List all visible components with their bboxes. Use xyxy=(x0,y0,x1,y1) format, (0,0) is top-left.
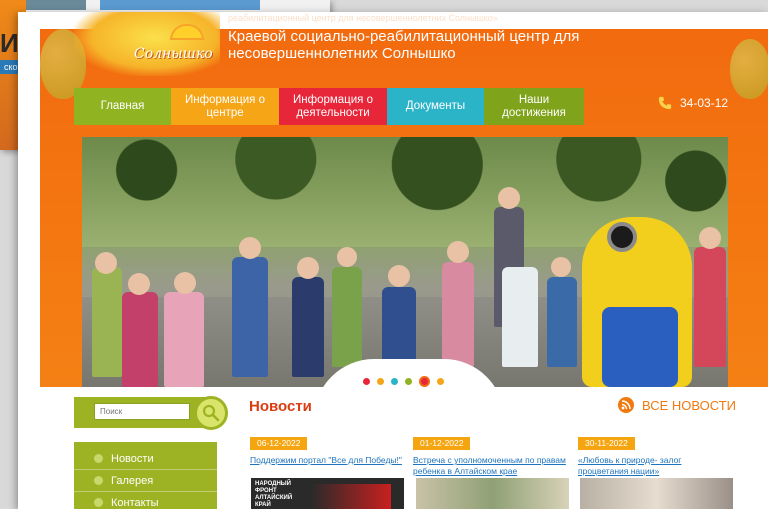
bullet-icon xyxy=(94,498,103,507)
all-news-label: ВСЕ НОВОСТИ xyxy=(642,397,737,413)
slide-figure xyxy=(694,247,726,367)
slide-figure xyxy=(292,277,324,377)
side-menu-item-contacts[interactable]: Контакты xyxy=(74,492,217,509)
slide-figure-head xyxy=(95,252,117,274)
slide-figure-head xyxy=(388,265,410,287)
search-button[interactable] xyxy=(194,396,228,430)
photo-slider[interactable] xyxy=(82,137,728,387)
news-card: 06-12-2022 Поддержим портал "Все для Поб… xyxy=(250,433,406,466)
slide-figure-head xyxy=(699,227,721,249)
news-link[interactable]: Поддержим портал "Все для Победы!" xyxy=(250,455,406,466)
slider-dot-active[interactable] xyxy=(419,376,430,387)
search-input[interactable] xyxy=(94,403,190,420)
news-card: 01-12-2022 Встреча с уполномоченным по п… xyxy=(413,433,569,477)
rss-icon xyxy=(618,397,634,413)
nav-item-achievements[interactable]: Наши достижения xyxy=(484,88,584,125)
slider-dot[interactable] xyxy=(391,378,398,385)
thumbnail-text: НАРОДНЫЙ ФРОНТ АЛТАЙСКИЙ КРАЙ xyxy=(255,481,293,508)
news-card: 30-11-2022 «Любовь к природе- залог проц… xyxy=(578,433,734,477)
all-news-link[interactable]: ВСЕ НОВОСТИ xyxy=(618,397,736,413)
logo-text: Солнышко xyxy=(134,46,213,62)
background-thumb xyxy=(100,0,260,10)
news-link[interactable]: «Любовь к природе- залог процветания нац… xyxy=(578,455,734,477)
slide-figure xyxy=(92,267,122,377)
search-icon xyxy=(202,404,220,422)
news-heading: Новости xyxy=(249,398,312,415)
main-nav: Главная Информация о центре Информация о… xyxy=(74,88,584,125)
side-menu-item-news[interactable]: Новости xyxy=(74,448,217,470)
news-thumbnail[interactable] xyxy=(580,478,733,509)
header-small-text: реабилитационный центр для несовершеннол… xyxy=(228,13,498,23)
site-title: Краевой социально-реабилитационный центр… xyxy=(228,28,580,62)
slide-figure xyxy=(232,257,268,377)
nav-item-home[interactable]: Главная xyxy=(74,88,171,125)
phone-icon xyxy=(658,96,672,110)
slide-figure-head xyxy=(447,241,469,263)
bullet-icon xyxy=(94,454,103,463)
slide-figure xyxy=(547,277,577,367)
slide-figure xyxy=(164,292,204,387)
news-date: 01-12-2022 xyxy=(413,437,471,450)
nav-item-documents[interactable]: Документы xyxy=(387,88,484,125)
pear-decoration xyxy=(730,39,768,99)
slider-dot[interactable] xyxy=(437,378,444,385)
slide-figure-head xyxy=(128,273,150,295)
nav-item-activity[interactable]: Информация о деятельности xyxy=(279,88,387,125)
mascot-overalls xyxy=(602,307,678,387)
background-thumb xyxy=(26,0,86,10)
side-menu: Новости Галерея Контакты xyxy=(74,442,217,509)
side-menu-label: Контакты xyxy=(111,496,159,509)
bullet-icon xyxy=(94,476,103,485)
slide-figure xyxy=(332,267,362,367)
slider-dots xyxy=(363,376,444,387)
slide-figure-head xyxy=(297,257,319,279)
side-menu-label: Новости xyxy=(111,452,154,465)
slide-figure-head xyxy=(239,237,261,259)
news-date: 06-12-2022 xyxy=(250,437,308,450)
slider-dot[interactable] xyxy=(363,378,370,385)
site-logo[interactable]: Солнышко xyxy=(74,12,220,76)
side-menu-item-gallery[interactable]: Галерея xyxy=(74,470,217,492)
mascot-goggle xyxy=(607,222,637,252)
thumbnail-graphic xyxy=(311,484,391,509)
slide-figure xyxy=(442,262,474,367)
news-date: 30-11-2022 xyxy=(578,437,635,450)
slide-figure xyxy=(502,267,538,367)
slide-figure-head xyxy=(498,187,520,209)
slide-figure-head xyxy=(174,272,196,294)
header-phone[interactable]: 34-03-12 xyxy=(658,96,728,110)
logo-leaf-shape xyxy=(74,12,220,76)
slide-figure-head xyxy=(551,257,571,277)
slide-figure-head xyxy=(337,247,357,267)
slide-figure xyxy=(122,292,158,387)
slider-dot[interactable] xyxy=(377,378,384,385)
website-window: Солнышко реабилитационный центр для несо… xyxy=(18,12,768,509)
news-thumbnail[interactable] xyxy=(416,478,569,509)
nav-item-about[interactable]: Информация о центре xyxy=(171,88,279,125)
news-link[interactable]: Встреча с уполномоченным по правам ребен… xyxy=(413,455,569,477)
phone-number: 34-03-12 xyxy=(680,96,729,110)
slider-dot[interactable] xyxy=(405,378,412,385)
side-menu-label: Галерея xyxy=(111,474,154,487)
news-thumbnail[interactable]: НАРОДНЫЙ ФРОНТ АЛТАЙСКИЙ КРАЙ xyxy=(251,478,404,509)
